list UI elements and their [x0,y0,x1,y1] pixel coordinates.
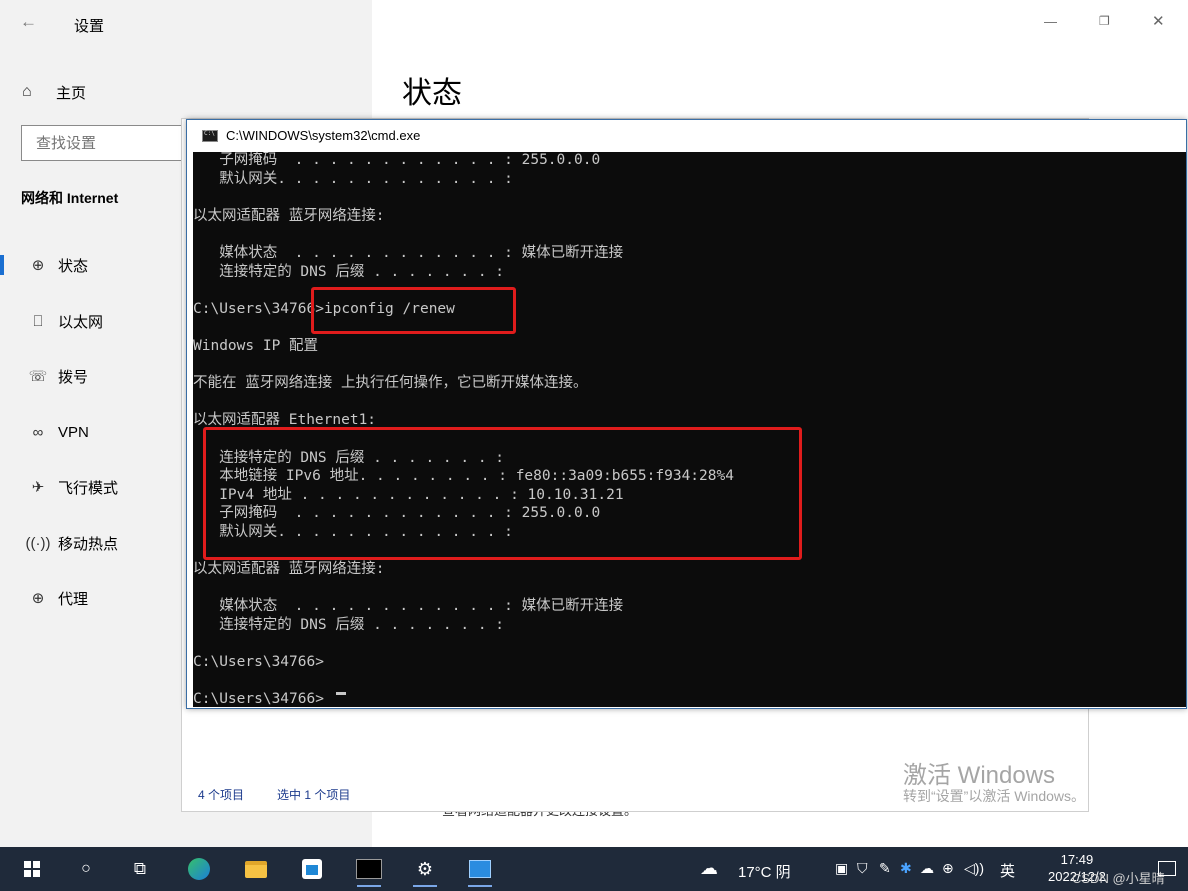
notification-icon[interactable] [1158,861,1176,876]
cmd-titlebar[interactable]: C:\WINDOWS\system32\cmd.exe [187,120,1186,152]
console-line: 媒体状态 . . . . . . . . . . . . : 媒体已断开连接 [193,598,624,615]
console-line: 以太网适配器 蓝牙网络连接: [193,561,385,578]
taskbar-cmd[interactable] [349,853,389,887]
sidebar-item-label: 拨号 [58,368,89,386]
taskbar-edge[interactable] [179,853,219,885]
bluetooth-icon[interactable]: ✱ [900,860,912,877]
console-line: C:\Users\34766>ipconfig /renew [193,300,455,317]
console-line: 子网掩码 . . . . . . . . . . . . : 255.0.0.0 [193,152,601,168]
sidebar-item-label: 代理 [58,590,89,608]
network-connections-icon [469,860,491,878]
console-line: 子网掩码 . . . . . . . . . . . . : 255.0.0.0 [193,505,601,522]
search-button[interactable]: ○ [66,853,106,885]
console-line: 连接特定的 DNS 后缀 . . . . . . . : [193,617,505,633]
console-cursor [336,692,346,695]
section-title: 网络和 Internet [21,190,119,206]
activation-watermark-title: 激活 Windows [903,762,1056,789]
console-line: 本地链接 IPv6 地址. . . . . . . . : fe80::3a09… [193,468,734,485]
task-view-button[interactable]: ⧉ [120,853,160,885]
taskbar-network-connections[interactable] [460,853,500,887]
item-count: 4 个项目 [198,788,245,802]
taskbar-settings[interactable]: ⚙ [405,853,445,887]
sidebar-item-label: 状态 [58,257,89,275]
console-line: C:\Users\34766> [193,691,324,707]
pen-tray-icon[interactable]: ✎ [879,860,891,877]
sidebar-item-label: 移动热点 [58,535,119,553]
console-line: 媒体状态 . . . . . . . . . . . . : 媒体已断开连接 [193,245,624,261]
console-line: 默认网关. . . . . . . . . . . . . : [193,170,513,187]
cmd-icon [356,859,382,879]
window-title: 设置 [74,18,105,35]
gear-icon: ⚙ [416,858,434,879]
ethernet-icon: ⎕ [33,312,43,330]
activation-watermark-subtitle: 转到“设置”以激活 Windows。 [903,788,1086,804]
ime-indicator[interactable]: 英 [1000,860,1015,881]
weather-cloud-icon[interactable]: ☁ [700,858,718,879]
csdn-watermark: CSDN @小星晴 [1072,871,1165,886]
cmd-console[interactable]: 子网掩码 . . . . . . . . . . . . : 255.0.0.0… [193,152,1186,707]
console-line: 以太网适配器 蓝牙网络连接: [193,207,385,224]
back-arrow-icon[interactable]: ← [20,12,37,32]
settings-search-input[interactable] [22,126,200,160]
taskbar-store[interactable] [292,853,332,885]
cmd-app-icon [202,130,218,142]
clock-time: 17:49 [1060,852,1094,867]
taskbar-file-explorer[interactable] [236,853,276,885]
start-button[interactable] [12,853,52,885]
dialup-icon: ☏ [28,368,48,385]
cloud-tray-icon[interactable]: ☁ [920,860,934,877]
console-line: 以太网适配器 Ethernet1: [193,412,377,429]
hotspot-icon: ((·)) [25,534,51,552]
airplane-icon: ✈ [31,479,45,496]
folder-icon [245,860,267,878]
weather-text[interactable]: 17°C 阴 [738,861,791,882]
settings-search-box[interactable] [21,125,201,161]
taskbar: ○ ⧉ ⚙ ☁ 17°C 阴 ▣ ⛉ ✎ ✱ ☁ ⊕ ◁)) 英 17:49 2… [0,847,1188,891]
nav-home[interactable]: ⌂ 主页 [22,80,86,104]
store-icon [302,859,322,879]
vmware-tray-icon[interactable]: ▣ [835,860,848,877]
console-line: IPv4 地址 . . . . . . . . . . . . : 10.10.… [193,486,624,503]
maximize-icon[interactable]: ❐ [1099,14,1110,28]
shield-tray-icon[interactable]: ⛉ [857,860,868,877]
network-globe-icon[interactable]: ⊕ [942,860,954,877]
sidebar-item-label: VPN [58,423,89,441]
status-icon: ⊕ [31,257,45,274]
close-icon[interactable]: ✕ [1152,12,1165,30]
console-line: 连接特定的 DNS 后缀 . . . . . . . : [193,263,505,280]
console-line: C:\Users\34766> [193,654,324,671]
selected-count: 选中 1 个项目 [277,788,351,802]
home-icon: ⌂ [22,83,32,100]
windows-logo-icon [24,861,40,877]
home-label: 主页 [56,84,87,102]
proxy-icon: ⊕ [31,590,45,607]
vpn-icon: ∞ [32,423,44,441]
cmd-window-title: C:\WINDOWS\system32\cmd.exe [226,128,421,143]
console-line: Windows IP 配置 [193,338,319,354]
console-line: 默认网关. . . . . . . . . . . . . : [193,524,513,540]
console-line: 不能在 蓝牙网络连接 上执行任何操作，它已断开媒体连接。 [193,375,588,392]
task-view-icon: ⧉ [133,859,147,878]
minimize-icon[interactable]: — [1044,14,1057,29]
page-title: 状态 [402,77,462,110]
edge-icon [188,858,210,880]
sidebar-item-label: 飞行模式 [58,479,119,497]
volume-icon[interactable]: ◁)) [964,860,984,877]
cmd-window[interactable]: C:\WINDOWS\system32\cmd.exe 子网掩码 . . . .… [186,119,1187,709]
search-circle-icon: ○ [81,860,91,877]
console-line: 连接特定的 DNS 后缀 . . . . . . . : [193,449,505,466]
sidebar-item-label: 以太网 [58,313,104,331]
